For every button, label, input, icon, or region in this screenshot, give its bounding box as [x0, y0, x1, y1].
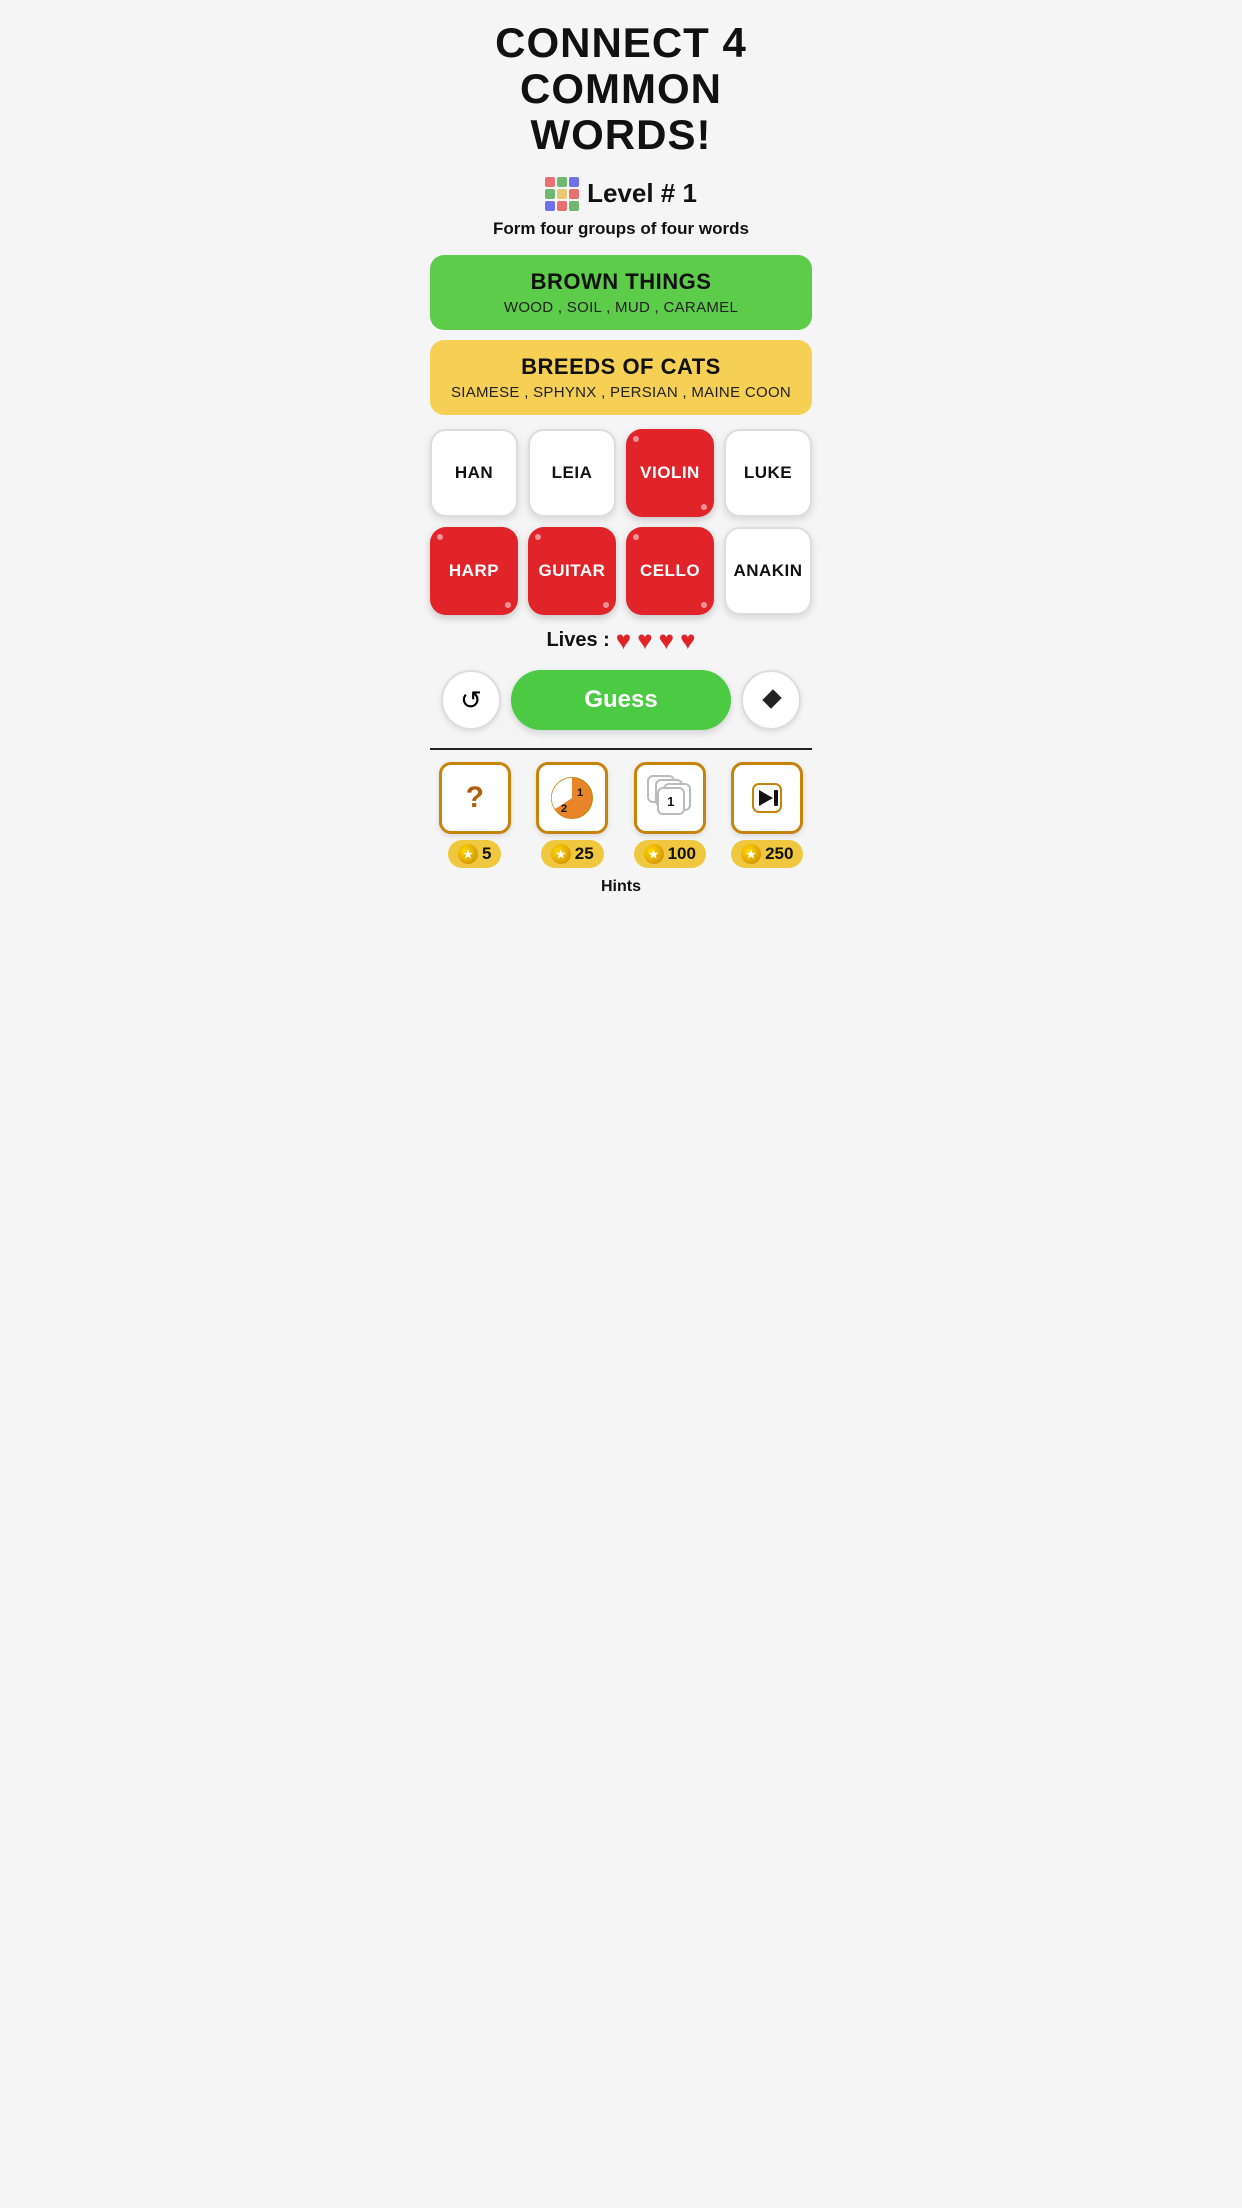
category-yellow-title: BREEDS OF CATS — [446, 354, 796, 380]
coin-icon-2: ★ — [551, 844, 571, 864]
svg-text:2: 2 — [561, 803, 567, 815]
shuffle-button[interactable]: ↺ — [441, 670, 501, 730]
multi-cards-icon: 4 3 2 1 — [647, 775, 693, 821]
skip-icon — [749, 780, 785, 816]
tile-leia[interactable]: LEIA — [528, 429, 616, 517]
tile-luke[interactable]: LUKE — [724, 429, 812, 517]
heart-4: ♥ — [680, 625, 695, 656]
eraser-icon — [759, 688, 783, 712]
hints-grid: ? ★ 5 1 2 ★ — [430, 762, 812, 868]
game-title: CONNECT 4COMMON WORDS! — [430, 20, 812, 159]
hint-shuffle-button[interactable]: 1 2 — [536, 762, 608, 834]
hint-multi: 4 3 2 1 ★ 100 — [625, 762, 715, 868]
hints-label: Hints — [430, 878, 812, 896]
grid-icon — [545, 177, 579, 211]
hint-multi-button[interactable]: 4 3 2 1 — [634, 762, 706, 834]
hint-reveal: ? ★ 5 — [430, 762, 520, 868]
heart-3: ♥ — [659, 625, 674, 656]
tile-cello[interactable]: CELLO — [626, 527, 714, 615]
hints-section: ? ★ 5 1 2 ★ — [430, 748, 812, 896]
pie-chart-icon: 1 2 — [550, 776, 594, 820]
puzzle-icon — [545, 177, 579, 212]
category-yellow: BREEDS OF CATS SIAMESE , SPHYNX , PERSIA… — [430, 340, 812, 415]
coin-icon-3: ★ — [644, 844, 664, 864]
tile-anakin[interactable]: ANAKIN — [724, 527, 812, 615]
hint-reveal-cost: ★ 5 — [448, 840, 501, 868]
subtitle: Form four groups of four words — [430, 219, 812, 239]
category-green-title: BROWN THINGS — [446, 269, 796, 295]
erase-button[interactable] — [741, 670, 801, 730]
lives-row: Lives : ♥ ♥ ♥ ♥ — [430, 625, 812, 656]
card-1: 1 — [657, 787, 685, 815]
hint-shuffle: 1 2 ★ 25 — [528, 762, 618, 868]
hint-shuffle-cost: ★ 25 — [541, 840, 604, 868]
coin-icon-4: ★ — [741, 844, 761, 864]
lives-label: Lives : — [546, 629, 609, 652]
tile-violin[interactable]: VIOLIN — [626, 429, 714, 517]
question-icon: ? — [466, 781, 484, 815]
svg-text:1: 1 — [577, 787, 583, 799]
hint-skip-cost: ★ 250 — [731, 840, 803, 868]
heart-1: ♥ — [616, 625, 631, 656]
level-row: Level # 1 — [430, 177, 812, 212]
level-label: Level # 1 — [587, 178, 697, 209]
word-grid: HAN LEIA VIOLIN LUKE HARP GUITAR CELLO A… — [430, 429, 812, 615]
tile-guitar[interactable]: GUITAR — [528, 527, 616, 615]
actions-row: ↺ Guess — [430, 670, 812, 730]
coin-icon-1: ★ — [458, 844, 478, 864]
hint-reveal-button[interactable]: ? — [439, 762, 511, 834]
guess-button[interactable]: Guess — [511, 670, 731, 730]
category-green: BROWN THINGS WOOD , SOIL , MUD , CARAMEL — [430, 255, 812, 330]
hint-multi-cost: ★ 100 — [634, 840, 706, 868]
category-green-words: WOOD , SOIL , MUD , CARAMEL — [446, 299, 796, 316]
tile-harp[interactable]: HARP — [430, 527, 518, 615]
categories-list: BROWN THINGS WOOD , SOIL , MUD , CARAMEL… — [430, 255, 812, 415]
heart-2: ♥ — [637, 625, 652, 656]
category-yellow-words: SIAMESE , SPHYNX , PERSIAN , MAINE COON — [446, 384, 796, 401]
hint-skip: ★ 250 — [723, 762, 813, 868]
hint-skip-button[interactable] — [731, 762, 803, 834]
tile-han[interactable]: HAN — [430, 429, 518, 517]
